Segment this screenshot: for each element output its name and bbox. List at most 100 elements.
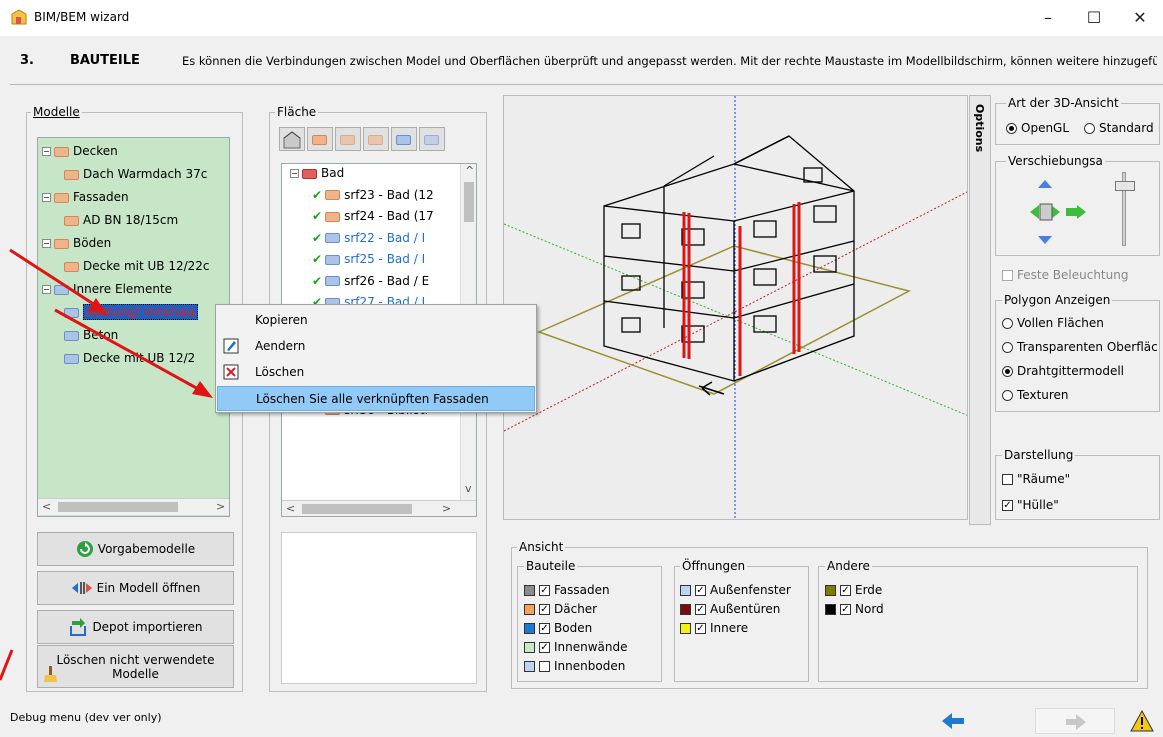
- scroll-thumb[interactable]: [464, 182, 474, 222]
- polygon-title: Polygon Anzeigen: [1002, 293, 1113, 307]
- checkbox-indicator[interactable]: ✓: [840, 585, 851, 596]
- checkbox-indicator: [1002, 474, 1013, 485]
- checkbox-indicator[interactable]: [539, 661, 550, 672]
- checkbox-indicator[interactable]: ✓: [539, 585, 550, 596]
- tree-item[interactable]: ✔ srf22 - Bad / I: [312, 231, 425, 245]
- menu-item-delete-linked[interactable]: Löschen Sie alle verknüpften Fassaden: [217, 386, 535, 411]
- checkbox-indicator[interactable]: ✓: [840, 604, 851, 615]
- close-button[interactable]: ✕: [1117, 0, 1163, 36]
- radio-indicator: [1002, 366, 1013, 377]
- app-icon: [11, 9, 27, 25]
- legend-item[interactable]: ✓ Außentüren: [680, 602, 780, 616]
- radio-indicator: [1084, 123, 1095, 134]
- polygon-option-radio[interactable]: Transparenten Oberfläc: [1002, 340, 1158, 354]
- legend-item[interactable]: Innenboden: [524, 659, 625, 673]
- collapse-icon[interactable]: −: [290, 169, 299, 178]
- rooms-checkbox[interactable]: "Räume": [1002, 472, 1070, 486]
- legend-item[interactable]: ✓ Außenfenster: [680, 583, 791, 597]
- surfaces-group-title: Fläche: [275, 105, 319, 119]
- check-icon: ✔: [312, 273, 323, 288]
- context-menu: Kopieren Aendern Löschen Löschen Sie all…: [215, 304, 537, 413]
- radio-indicator: [1002, 342, 1013, 353]
- back-arrow-icon[interactable]: [940, 712, 966, 730]
- checkbox-indicator[interactable]: ✓: [695, 604, 706, 615]
- zoom-slider-thumb[interactable]: [1115, 181, 1135, 191]
- 3d-viewport[interactable]: [503, 95, 968, 520]
- roof-icon[interactable]: [307, 127, 333, 151]
- scroll-thumb[interactable]: [302, 504, 412, 514]
- shift-title: Verschiebungsa: [1006, 154, 1105, 168]
- legend-item[interactable]: ✓ Boden: [524, 621, 592, 635]
- inner-floor-icon[interactable]: [419, 127, 445, 151]
- tree-item-label: Bad: [321, 166, 345, 180]
- floor-icon[interactable]: [363, 127, 389, 151]
- tree-item[interactable]: ✔ srf23 - Bad (12: [312, 188, 434, 202]
- surface-icon: [302, 168, 317, 179]
- check-icon: ✔: [312, 187, 323, 202]
- legend-item[interactable]: ✓ Fassaden: [524, 583, 610, 597]
- wall-icon[interactable]: [335, 127, 361, 151]
- color-swatch: [524, 604, 535, 615]
- status-bar: Debug menu (dev ver only): [0, 708, 1163, 737]
- fixed-light-checkbox[interactable]: Feste Beleuchtung: [1002, 268, 1128, 282]
- debug-menu-label[interactable]: Debug menu (dev ver only): [10, 711, 162, 724]
- color-swatch: [680, 585, 691, 596]
- warning-icon[interactable]: [1130, 710, 1154, 732]
- house-icon[interactable]: [279, 127, 305, 151]
- legend-item[interactable]: ✓ Erde: [825, 583, 882, 597]
- surface-icon: [325, 190, 341, 200]
- radio-indicator: [1002, 390, 1013, 401]
- surface-preview: [281, 532, 477, 684]
- inner-wall-icon[interactable]: [391, 127, 417, 151]
- polygon-option-radio[interactable]: Drahtgittermodell: [1002, 364, 1124, 378]
- checkbox-indicator[interactable]: ✓: [539, 642, 550, 653]
- color-swatch: [680, 604, 691, 615]
- tree-item-label: srf23 - Bad (12: [344, 187, 434, 202]
- radio-indicator: [1002, 318, 1013, 329]
- checkbox-indicator[interactable]: ✓: [695, 585, 706, 596]
- tree-item-label: srf25 - Bad / I: [344, 252, 426, 266]
- checkbox-indicator[interactable]: ✓: [539, 623, 550, 634]
- legend-item[interactable]: ✓ Dächer: [524, 602, 597, 616]
- scroll-right-icon[interactable]: >: [442, 502, 451, 515]
- surface-icon: [325, 233, 341, 243]
- legend-item[interactable]: ✓ Innere: [680, 621, 748, 635]
- minimize-button[interactable]: –: [1025, 0, 1071, 36]
- polygon-option-radio[interactable]: Vollen Flächen: [1002, 316, 1104, 330]
- surfaces-tree-hscrollbar[interactable]: < >: [282, 500, 476, 516]
- surface-icon: [325, 211, 341, 222]
- color-swatch: [524, 661, 535, 672]
- tree-item[interactable]: ✔ srf25 - Bad / I: [312, 252, 425, 266]
- tree-item[interactable]: ✔ srf26 - Bad / E: [312, 274, 429, 288]
- scroll-left-icon[interactable]: <: [286, 502, 295, 515]
- checkbox-indicator[interactable]: ✓: [695, 623, 706, 634]
- opengl-radio[interactable]: OpenGL: [1006, 121, 1069, 135]
- color-swatch: [524, 642, 535, 653]
- step-title: BAUTEILE: [70, 53, 140, 68]
- scroll-down-icon[interactable]: v: [465, 482, 472, 495]
- maximize-button[interactable]: ☐: [1071, 0, 1117, 36]
- menu-item-copy[interactable]: Kopieren: [217, 308, 535, 333]
- menu-item-delete[interactable]: Löschen: [217, 360, 535, 385]
- bauteile-title: Bauteile: [524, 559, 578, 573]
- next-button[interactable]: [1035, 708, 1115, 734]
- checkbox-indicator: [1002, 270, 1013, 281]
- legend-item[interactable]: ✓ Nord: [825, 602, 884, 616]
- color-swatch: [524, 585, 535, 596]
- pan-arrows[interactable]: [1030, 180, 1090, 244]
- legend-item[interactable]: ✓ Innenwände: [524, 640, 628, 654]
- options-tab[interactable]: Options: [969, 95, 991, 525]
- hull-checkbox[interactable]: ✓ "Hülle": [1002, 498, 1059, 512]
- checkbox-indicator: ✓: [1002, 500, 1013, 511]
- tree-item[interactable]: − Bad: [290, 166, 344, 180]
- menu-item-edit[interactable]: Aendern: [217, 334, 535, 359]
- checkbox-indicator[interactable]: ✓: [539, 604, 550, 615]
- surface-icon: [325, 254, 341, 265]
- step-description: Es können die Verbindungen zwischen Mode…: [182, 54, 1157, 68]
- standard-radio[interactable]: Standard: [1084, 121, 1154, 135]
- color-swatch: [825, 585, 836, 596]
- polygon-option-radio[interactable]: Texturen: [1002, 388, 1069, 402]
- scroll-up-icon[interactable]: ^: [465, 164, 474, 177]
- tree-item[interactable]: ✔ srf24 - Bad (17: [312, 209, 434, 223]
- surface-icon: [325, 276, 341, 286]
